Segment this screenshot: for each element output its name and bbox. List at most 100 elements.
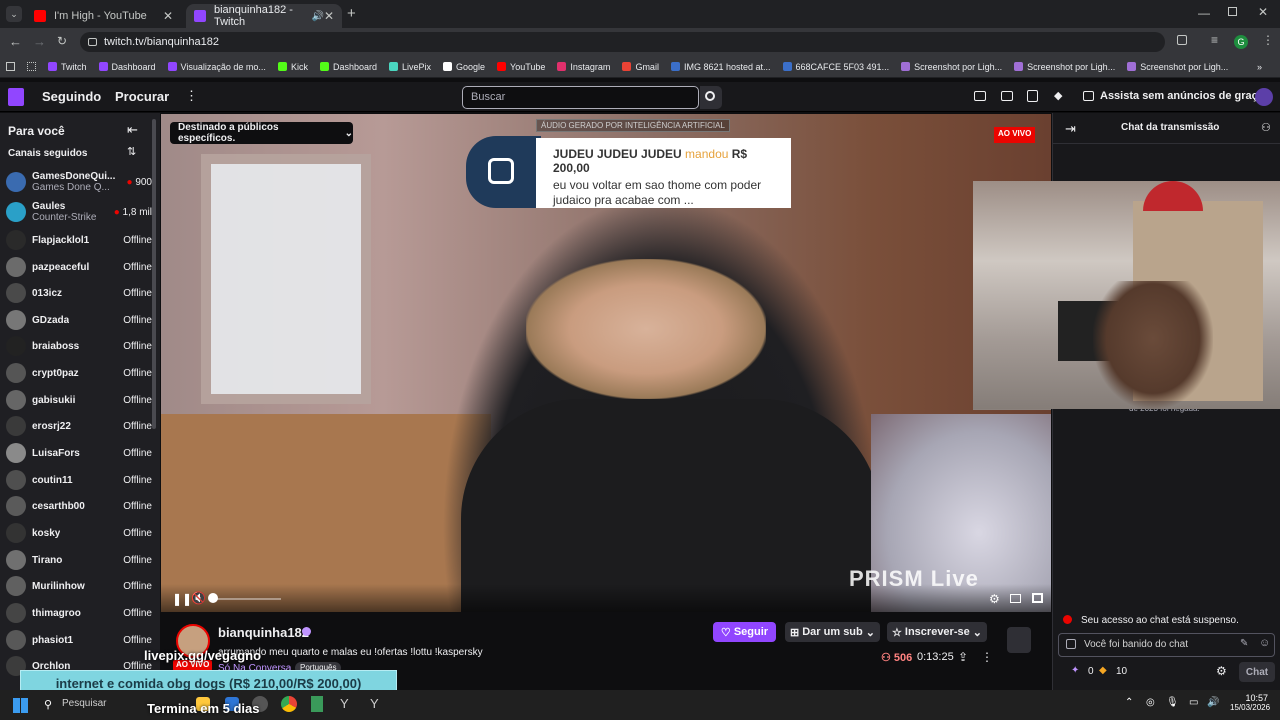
bookmark[interactable]: Gmail bbox=[622, 62, 659, 72]
inbox-icon[interactable] bbox=[1001, 91, 1013, 101]
sidebar-channel[interactable]: phasiot1 Offline bbox=[6, 627, 152, 653]
sidebar-channel[interactable]: GamesDoneQui... Games Done Q... ● 900 bbox=[6, 169, 152, 195]
bookmark[interactable]: YouTube bbox=[497, 62, 545, 72]
tab-youtube[interactable]: I'm High - YouTube ✕ bbox=[26, 4, 181, 28]
user-avatar[interactable] bbox=[1255, 88, 1273, 106]
reload-icon[interactable]: ↻ bbox=[57, 34, 67, 48]
search-input[interactable]: Buscar bbox=[462, 86, 699, 109]
theatre-mode-icon[interactable] bbox=[1010, 594, 1021, 603]
forward-icon[interactable]: → bbox=[33, 34, 46, 49]
microphone-icon[interactable]: 🎙 bbox=[1166, 697, 1179, 708]
media-icon[interactable]: ≡ bbox=[1211, 33, 1218, 47]
sort-icon[interactable]: ⇅ bbox=[127, 145, 136, 158]
bookmark[interactable]: Instagram bbox=[557, 62, 610, 72]
sidebar-channel[interactable]: 013icz Offline bbox=[6, 280, 152, 306]
taskbar-search[interactable]: Pesquisar bbox=[62, 698, 106, 709]
sidebar-channel[interactable]: coutin11 Offline bbox=[6, 467, 152, 493]
sidebar-channel[interactable]: braiaboss Offline bbox=[6, 333, 152, 359]
tab-twitch[interactable]: bianquinha182 - Twitch 🔊 ✕ bbox=[186, 4, 342, 28]
bookmark[interactable]: 668CAFCE 5F03 491... bbox=[782, 62, 889, 72]
sidebar-channel[interactable]: crypt0paz Offline bbox=[6, 360, 152, 386]
speaker-icon[interactable]: 🔊 bbox=[311, 11, 323, 22]
bookmark[interactable]: IMG 8621 hosted at... bbox=[670, 62, 771, 72]
sidebar-scrollbar[interactable] bbox=[152, 119, 156, 429]
share-icon[interactable]: ⇪ bbox=[958, 650, 968, 664]
follow-button[interactable]: ♡ Seguir bbox=[713, 622, 776, 642]
subscribe-button[interactable]: ☆ Inscrever-se ⌄ bbox=[887, 622, 987, 642]
settings-icon[interactable]: ⚙ bbox=[989, 592, 1000, 606]
more-bookmarks-icon[interactable]: » bbox=[1257, 62, 1262, 72]
nav-following[interactable]: Seguindo bbox=[42, 89, 101, 104]
sidebar-channel[interactable]: kosky Offline bbox=[6, 520, 152, 546]
extensions-icon[interactable] bbox=[1177, 35, 1187, 45]
users-icon[interactable]: ⚇ bbox=[1261, 121, 1271, 134]
close-tab-icon[interactable]: ✕ bbox=[163, 9, 173, 23]
network-icon[interactable]: ▭ bbox=[1189, 697, 1198, 708]
sidebar-channel[interactable]: pazpeaceful Offline bbox=[6, 254, 152, 280]
bookmark[interactable]: Screenshot por Ligh... bbox=[901, 62, 1002, 72]
whispers-icon[interactable] bbox=[1027, 90, 1038, 102]
close-window-icon[interactable]: ✕ bbox=[1258, 5, 1268, 19]
bookmark[interactable]: Google bbox=[443, 62, 485, 72]
volume-icon[interactable]: 🔇 bbox=[191, 591, 206, 605]
collapse-chat-icon[interactable]: ⇥ bbox=[1065, 121, 1076, 137]
bits-icon[interactable]: ◆ bbox=[1054, 89, 1062, 102]
more-options-icon[interactable]: ⋮ bbox=[981, 650, 993, 664]
audience-warning[interactable]: Destinado a públicos específicos. ⌄ bbox=[170, 122, 353, 144]
video-player[interactable]: Destinado a públicos específicos. ⌄ ÁUDI… bbox=[161, 114, 1051, 612]
taskbar-search-icon[interactable]: ⚲ bbox=[44, 698, 52, 711]
sidebar-channel[interactable]: Flapjacklol1 Offline bbox=[6, 227, 152, 253]
bookmark[interactable]: Screenshot por Ligh... bbox=[1014, 62, 1115, 72]
sidebar-channel[interactable]: erosrj22 Offline bbox=[6, 413, 152, 439]
sidebar-channel[interactable]: Gaules Counter-Strike ● 1,8 mil bbox=[6, 199, 152, 225]
sidebar-channel[interactable]: thimagroo Offline bbox=[6, 600, 152, 626]
fullscreen-icon[interactable] bbox=[1032, 593, 1043, 603]
prime-icon[interactable] bbox=[974, 91, 986, 101]
profile-avatar[interactable]: G bbox=[1234, 35, 1248, 49]
app-icon[interactable]: Y bbox=[370, 696, 379, 711]
sidebar-channel[interactable]: cesarthb00 Offline bbox=[6, 493, 152, 519]
ad-free-button[interactable]: Assista sem anúncios de graça bbox=[1100, 90, 1264, 102]
app-icon[interactable] bbox=[311, 696, 323, 712]
site-info-icon[interactable] bbox=[88, 38, 97, 46]
sidebar-channel[interactable]: LuisaFors Offline bbox=[6, 440, 152, 466]
url-field[interactable]: twitch.tv/bianquinha182 bbox=[80, 32, 1165, 52]
bookmark[interactable]: Dashboard bbox=[98, 62, 156, 72]
windows-start-icon[interactable] bbox=[13, 698, 28, 713]
channel-name[interactable]: bianquinha182 bbox=[218, 625, 309, 640]
maximize-icon[interactable] bbox=[1228, 7, 1237, 16]
chat-input[interactable]: Você foi banido do chat ✎ ☺ bbox=[1058, 633, 1275, 657]
bookmark[interactable]: Screenshot por Ligh... bbox=[1127, 62, 1228, 72]
collapse-sidebar-icon[interactable]: ⇤ bbox=[127, 122, 138, 138]
volume-slider-thumb[interactable] bbox=[208, 593, 218, 603]
twitch-logo-icon[interactable] bbox=[8, 88, 24, 106]
bookmark[interactable]: Dashboard bbox=[319, 62, 377, 72]
tray-app-icon[interactable]: ◎ bbox=[1146, 697, 1155, 708]
nav-browse[interactable]: Procurar bbox=[115, 89, 169, 104]
app-icon[interactable]: Y bbox=[340, 696, 349, 711]
new-tab-button[interactable]: + bbox=[347, 5, 356, 22]
search-button[interactable] bbox=[700, 86, 722, 109]
clock[interactable]: 10:57 15/03/2026 bbox=[1230, 693, 1270, 712]
bookmark[interactable]: Twitch bbox=[48, 62, 87, 72]
tab-search-button[interactable]: ⌄ bbox=[6, 6, 22, 22]
bits-icon[interactable]: ✎ bbox=[1240, 638, 1248, 649]
sidebar-channel[interactable]: Murilinhow Offline bbox=[6, 573, 152, 599]
chrome-icon[interactable] bbox=[281, 696, 297, 712]
back-icon[interactable]: ← bbox=[9, 34, 22, 49]
more-icon[interactable]: ⋮ bbox=[185, 88, 198, 104]
pause-icon[interactable]: ❚❚ bbox=[172, 592, 192, 606]
sidebar-channel[interactable]: Tirano Offline bbox=[6, 547, 152, 573]
grid-icon[interactable] bbox=[27, 62, 36, 71]
menu-icon[interactable]: ⋮ bbox=[1262, 33, 1274, 47]
close-tab-icon[interactable]: ✕ bbox=[324, 9, 334, 23]
apps-icon[interactable] bbox=[6, 62, 15, 71]
emote-icon[interactable]: ☺ bbox=[1259, 637, 1270, 649]
bits-balance-icon[interactable]: ◆ bbox=[1099, 665, 1107, 676]
points-icon[interactable]: ✦ bbox=[1071, 665, 1079, 676]
bookmark[interactable]: Kick bbox=[277, 62, 308, 72]
sidebar-channel[interactable]: gabisukii Offline bbox=[6, 387, 152, 413]
tray-chevron-icon[interactable]: ⌃ bbox=[1125, 697, 1133, 708]
hype-icon[interactable] bbox=[1007, 627, 1031, 653]
chat-send-button[interactable]: Chat bbox=[1239, 662, 1275, 682]
